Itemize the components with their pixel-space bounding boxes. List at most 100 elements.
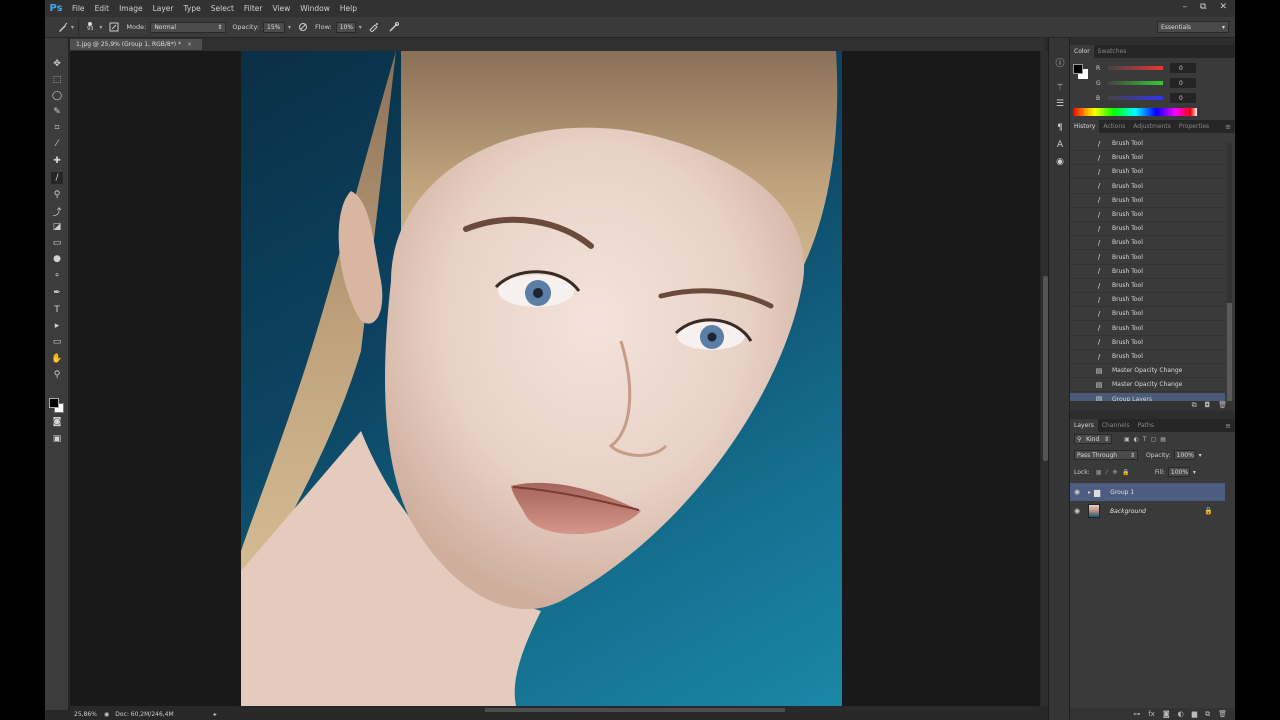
foreground-color-swatch[interactable] [49,398,59,408]
color-spectrum[interactable] [1073,108,1197,116]
panel-menu-icon[interactable]: ≡ [1225,123,1231,131]
link-layers-icon[interactable]: ⊶ [1133,710,1140,718]
restore-button[interactable]: ⧉ [1200,2,1206,12]
clone-source-icon[interactable]: ◉ [1054,156,1066,168]
history-item[interactable]: / Brush Tool [1070,180,1225,194]
path-select-tool-icon[interactable]: ▸ [51,320,63,332]
document-tab[interactable]: 1.jpg @ 25,9% (Group 1, RGB/8*) * × [70,39,202,50]
history-item[interactable]: / Brush Tool [1070,165,1225,180]
history-item[interactable]: / Brush Tool [1070,236,1225,251]
history-checkbox[interactable] [1072,224,1082,234]
eyedropper-tool-icon[interactable]: ⁄ [51,138,63,150]
green-value[interactable]: 0 [1170,78,1196,88]
new-document-from-state-icon[interactable]: ⧉ [1192,401,1197,411]
expand-arrow-icon[interactable]: ▸ [1088,489,1091,496]
paragraph-icon[interactable]: ¶ [1054,122,1066,134]
menu-help[interactable]: Help [335,4,362,13]
history-checkbox[interactable] [1072,167,1082,177]
history-checkbox[interactable] [1072,139,1082,149]
tab-properties[interactable]: Properties [1175,120,1213,133]
history-item[interactable]: / Brush Tool [1070,208,1225,222]
pressure-opacity-icon[interactable] [297,21,309,33]
history-item[interactable]: / Brush Tool [1070,222,1225,237]
history-checkbox[interactable] [1072,153,1082,163]
history-checkbox[interactable] [1072,210,1082,220]
tab-swatches[interactable]: Swatches [1094,45,1131,58]
chevron-down-icon[interactable]: ▾ [71,24,74,31]
foreground-swatch[interactable] [1073,64,1083,74]
adjustment-layer-icon[interactable]: ◐ [1178,710,1184,718]
history-checkbox[interactable] [1072,380,1082,390]
menu-type[interactable]: Type [179,4,206,13]
history-item[interactable]: / Brush Tool [1070,265,1225,279]
menu-view[interactable]: View [267,4,295,13]
close-tab-icon[interactable]: × [187,41,192,48]
history-item[interactable]: / Brush Tool [1070,137,1225,151]
history-checkbox[interactable] [1072,195,1082,205]
history-item[interactable]: / Brush Tool [1070,251,1225,265]
quick-mask-icon[interactable]: ◙ [51,416,63,428]
history-checkbox[interactable] [1072,181,1082,191]
character-icon[interactable]: A [1054,139,1066,151]
hand-tool-icon[interactable]: ✋ [51,353,63,365]
canvas-horizontal-scrollbar[interactable] [235,708,1035,712]
menu-file[interactable]: File [67,4,90,13]
tab-paths[interactable]: Paths [1134,419,1158,432]
menu-window[interactable]: Window [295,4,335,13]
marquee-tool-icon[interactable]: ⬚ [51,74,63,86]
kind-filter-select[interactable]: ⚲ Kind ⇕ [1074,434,1112,444]
history-checkbox[interactable] [1072,366,1082,376]
history-checkbox[interactable] [1072,281,1082,291]
healing-brush-tool-icon[interactable]: ✚ [51,155,63,167]
new-group-icon[interactable]: ▆ [1192,710,1197,718]
add-mask-icon[interactable]: ◙ [1163,710,1170,718]
visibility-eye-icon[interactable]: ◉ [1074,488,1084,496]
panel-menu-icon[interactable]: ≡ [1225,422,1231,430]
trash-icon[interactable]: 🗑 [1218,401,1227,411]
layer-style-icon[interactable]: fx [1148,710,1155,718]
blue-value[interactable]: 0 [1170,93,1196,103]
red-value[interactable]: 0 [1170,63,1196,73]
menu-edit[interactable]: Edit [90,4,115,13]
close-button[interactable]: ✕ [1219,2,1227,12]
scrollbar-thumb[interactable] [485,708,785,712]
green-slider[interactable] [1108,81,1163,85]
chevron-down-icon[interactable]: ▾ [1193,469,1196,476]
tab-history[interactable]: History [1070,120,1100,133]
history-item[interactable]: / Brush Tool [1070,151,1225,166]
brush-panel-toggle-icon[interactable] [108,21,120,33]
history-checkbox[interactable] [1072,323,1082,333]
tab-channels[interactable]: Channels [1098,419,1134,432]
history-brush-tool-icon[interactable]: ⤴ [51,205,63,218]
history-checkbox[interactable] [1072,266,1082,276]
airbrush-icon[interactable] [368,21,380,33]
blue-slider[interactable] [1108,96,1163,100]
tab-actions[interactable]: Actions [1099,120,1129,133]
history-checkbox[interactable] [1072,352,1082,362]
brush-tool-preset-icon[interactable] [57,21,69,33]
red-slider[interactable] [1108,66,1163,70]
status-menu-arrow-icon[interactable]: ▸ [214,711,217,718]
filter-icons[interactable]: ▣◐T▢▤ [1124,436,1170,443]
opacity-input[interactable]: 15% [263,21,286,33]
history-item[interactable]: / Brush Tool [1070,307,1225,322]
brush-size-picker[interactable]: 93 [87,22,93,32]
eraser-tool-icon[interactable]: ◪ [51,221,63,233]
screen-mode-icon[interactable]: ▣ [51,433,63,445]
trash-icon[interactable]: 🗑 [1218,710,1227,718]
history-scrollbar[interactable] [1227,143,1232,401]
flow-slider-toggle-icon[interactable]: ▾ [359,24,362,31]
menu-image[interactable]: Image [114,4,148,13]
history-item[interactable]: / Brush Tool [1070,322,1225,336]
history-checkbox[interactable] [1072,337,1082,347]
camera-icon[interactable]: ◘ [1205,401,1211,411]
quick-select-tool-icon[interactable]: ✎ [51,106,63,118]
menu-layer[interactable]: Layer [148,4,179,13]
tab-adjustments[interactable]: Adjustments [1129,120,1175,133]
pressure-size-icon[interactable] [388,21,400,33]
history-item[interactable]: / Brush Tool [1070,279,1225,293]
history-item[interactable]: / Brush Tool [1070,350,1225,364]
zoom-level[interactable]: 25,86% [74,711,104,718]
rectangle-tool-icon[interactable]: ▭ [51,336,63,348]
workspace-select[interactable]: Essentials ▾ [1157,21,1229,33]
